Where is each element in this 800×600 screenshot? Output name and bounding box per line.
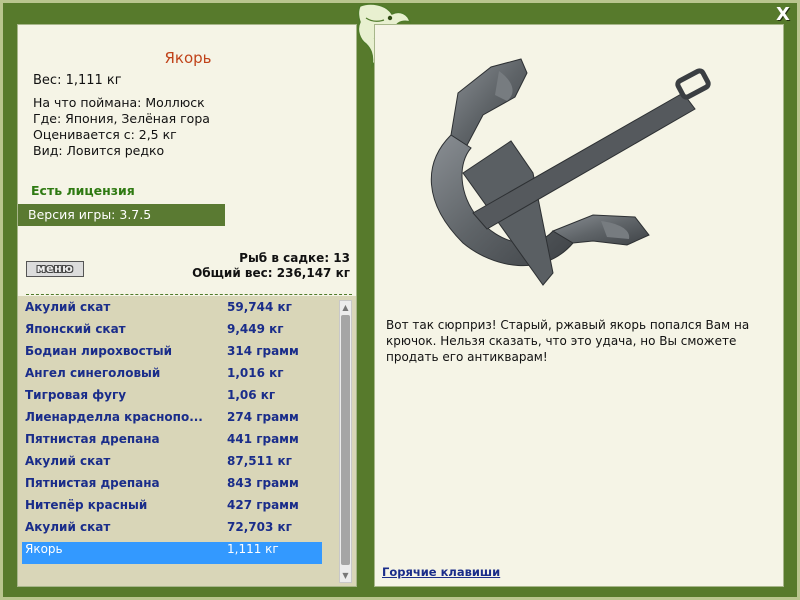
list-item[interactable]: Якорь 1,111 кг [22, 542, 322, 564]
list-item-name: Акулий скат [25, 300, 111, 314]
valued-from-text: Оценивается с: 2,5 кг [33, 127, 177, 142]
fish-list-container: Акулий скат 59,744 кг Японский скат 9,449 к… [18, 296, 356, 586]
list-item[interactable]: Тигровая фугу 1,06 кг [22, 388, 322, 410]
list-item[interactable]: Акулий скат 87,511 кг [22, 454, 322, 476]
catch-weight: Вес: 1,111 кг [33, 73, 122, 88]
list-item-weight: 72,703 кг [227, 520, 292, 534]
list-item-name: Акулий скат [25, 454, 111, 468]
fish-list: Акулий скат 59,744 кг Японский скат 9,449 к… [22, 300, 322, 564]
list-item-name: Бодиан лирохвостый [25, 344, 172, 358]
catch-description-panel: Вот так сюрприз! Старый, ржавый якорь по… [374, 24, 784, 587]
location-text: Где: Япония, Зелёная гора [33, 111, 210, 126]
list-item[interactable]: Лиенарделла краснопо... 274 грамм [22, 410, 322, 432]
list-item-weight: 274 грамм [227, 410, 299, 424]
catch-title: Якорь [164, 49, 212, 67]
list-item[interactable]: Японский скат 9,449 кг [22, 322, 322, 344]
list-item[interactable]: Нитепёр красный 427 грамм [22, 498, 322, 520]
caught-on-text: На что поймана: Моллюск [33, 95, 205, 110]
hotkeys-link[interactable]: Горячие клавиши [382, 565, 500, 579]
list-item-name: Тигровая фугу [25, 388, 127, 402]
list-item-weight: 1,016 кг [227, 366, 284, 380]
list-item[interactable]: Акулий скат 72,703 кг [22, 520, 322, 542]
keepnet-stats: Рыб в садке: 13 Общий вес: 236,147 кг [192, 251, 350, 281]
list-item-name: Пятнистая дрепана [25, 476, 160, 490]
fish-count: Рыб в садке: 13 [239, 251, 350, 265]
catch-info-panel: Якорь Вес: 1,111 кг На что поймана: Молл… [17, 24, 357, 587]
license-status: Есть лицензия [31, 183, 135, 198]
rarity-text: Вид: Ловится редко [33, 143, 165, 158]
close-button[interactable]: X [772, 4, 794, 26]
menu-button[interactable]: меню [26, 261, 84, 277]
list-item-name: Пятнистая дрепана [25, 432, 160, 446]
scroll-up-icon[interactable]: ▲ [340, 301, 351, 314]
list-item-weight: 843 грамм [227, 476, 299, 490]
catch-details: На что поймана: Моллюск Где: Япония, Зел… [33, 95, 210, 159]
list-item[interactable]: Ангел синеголовый 1,016 кг [22, 366, 322, 388]
catch-description: Вот так сюрприз! Старый, ржавый якорь по… [386, 318, 750, 364]
list-item-name: Лиенарделла краснопо... [25, 410, 203, 424]
list-item-name: Якорь [25, 542, 63, 556]
list-item-weight: 441 грамм [227, 432, 299, 446]
scroll-down-icon[interactable]: ▼ [340, 569, 351, 582]
list-item-name: Ангел синеголовый [25, 366, 161, 380]
list-item-weight: 427 грамм [227, 498, 299, 512]
list-item-name: Акулий скат [25, 520, 111, 534]
divider [26, 294, 352, 295]
list-item-weight: 314 грамм [227, 344, 299, 358]
anchor-image [430, 58, 711, 286]
scroll-thumb[interactable] [341, 315, 350, 565]
list-item-weight: 1,06 кг [227, 388, 276, 402]
list-item-weight: 59,744 кг [227, 300, 292, 314]
list-item-name: Нитепёр красный [25, 498, 148, 512]
list-item[interactable]: Пятнистая дрепана 441 грамм [22, 432, 322, 454]
list-item-weight: 9,449 кг [227, 322, 284, 336]
scrollbar[interactable]: ▲ ▼ [339, 300, 352, 583]
list-item-weight: 1,111 кг [227, 542, 279, 556]
list-item[interactable]: Пятнистая дрепана 843 грамм [22, 476, 322, 498]
list-item[interactable]: Акулий скат 59,744 кг [22, 300, 322, 322]
list-item-weight: 87,511 кг [227, 454, 292, 468]
total-weight: Общий вес: 236,147 кг [192, 266, 350, 280]
list-item-name: Японский скат [25, 322, 126, 336]
version-label: Версия игры: 3.7.5 [18, 204, 225, 226]
list-item[interactable]: Бодиан лирохвостый 314 грамм [22, 344, 322, 366]
